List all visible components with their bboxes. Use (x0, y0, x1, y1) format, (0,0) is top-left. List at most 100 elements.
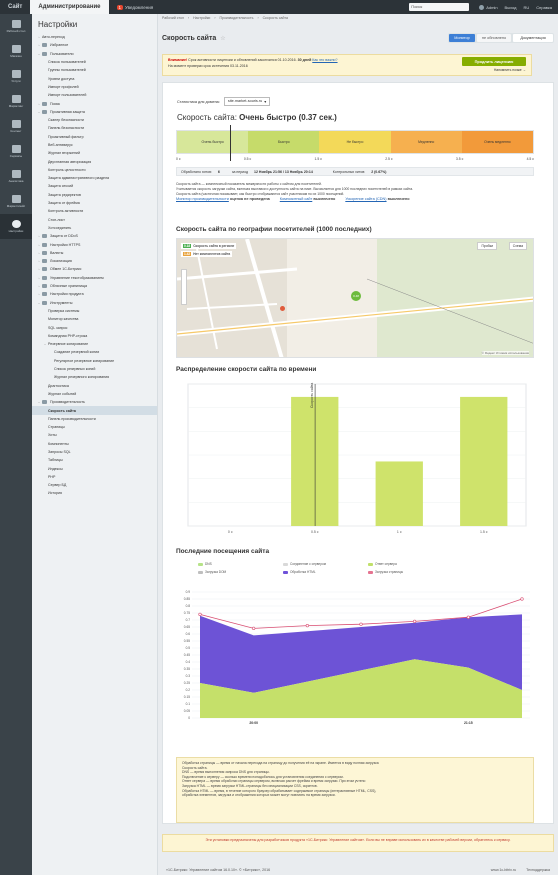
iconbar-item[interactable]: Контент (0, 114, 32, 139)
iconbar-item[interactable]: Магазин (0, 39, 32, 64)
sidebar-item[interactable]: Защита от фрейма (32, 199, 157, 207)
breadcrumb-item[interactable]: Производительность (220, 16, 254, 20)
legend-item[interactable]: Соединение с сервером (283, 562, 326, 566)
sidebar-item[interactable]: Список резервных копий (32, 365, 157, 373)
map[interactable]: 0.18 Скорость сайта в регионе 1.42 Нет к… (176, 238, 534, 358)
search-input[interactable]: Поиск (409, 3, 470, 11)
cdn-link[interactable]: Ускорение сайта (CDN) (345, 197, 386, 201)
sidebar-item[interactable]: Журнал вторжений (32, 149, 157, 157)
remind-later-link[interactable]: Напомнить позже → (494, 68, 526, 72)
sidebar-item[interactable]: Список пользователей (32, 58, 157, 66)
language-switch[interactable]: RU (524, 5, 530, 10)
iconbar-item[interactable]: Маркетинг (0, 89, 32, 114)
user-menu[interactable]: Admin (479, 4, 498, 10)
iconbar-item[interactable]: Аналитика (0, 164, 32, 189)
monitor-link[interactable]: Монитор производительности (176, 197, 229, 201)
legend-item[interactable]: Загрузка страницы (368, 570, 403, 574)
not-updated-button[interactable]: не обновлено (477, 34, 511, 42)
sidebar-item[interactable]: Хиты (32, 431, 157, 439)
breadcrumb-item[interactable]: Рабочий стол (162, 16, 184, 20)
map-type-button[interactable]: Схема (508, 242, 527, 250)
iconbar-item[interactable]: Рабочий стол (0, 14, 32, 39)
sidebar-item[interactable]: Веб-антивирус (32, 141, 157, 149)
sidebar-item[interactable]: Страницы (32, 423, 157, 431)
sidebar-item[interactable]: › Облачные хранилища (32, 282, 157, 290)
sidebar-item[interactable]: Уровни доступа (32, 74, 157, 82)
iconbar-item[interactable]: Маркетплейс (0, 189, 32, 214)
sidebar-item[interactable]: › Валюты (32, 249, 157, 257)
legend-item[interactable]: Ответ сервера (368, 562, 397, 566)
sidebar-item[interactable]: Хотсоединить (32, 224, 157, 232)
sidebar-item[interactable]: Скорость сайта (32, 406, 157, 415)
sidebar-item[interactable]: › Локализация (32, 257, 157, 265)
sidebar-item[interactable]: Диагностика (32, 381, 157, 389)
sidebar-item[interactable]: Запросы SQL (32, 448, 157, 456)
sidebar-item[interactable]: ⌄ Производительность (32, 398, 157, 406)
docs-button[interactable]: Документация (513, 34, 553, 42)
sidebar-item[interactable]: SQL запрос (32, 323, 157, 331)
prolong-license-button[interactable]: Продлить лицензию (462, 57, 526, 66)
logout-link[interactable]: Выход (505, 5, 517, 10)
iconbar-item[interactable]: Настройки (0, 214, 32, 239)
sidebar-item[interactable]: Двухэтапная авторизация (32, 157, 157, 165)
sidebar-item[interactable]: Импорт пользователей (32, 91, 157, 99)
sidebar-item[interactable]: Стоп-лист (32, 216, 157, 224)
sidebar-item[interactable]: Сервер БД (32, 481, 157, 489)
sidebar-item[interactable]: Проверка системы (32, 307, 157, 315)
sidebar-item[interactable]: PHP (32, 473, 157, 481)
site-link[interactable]: www.1c-bitrix.ru (491, 868, 516, 872)
legend-item[interactable]: Загрузка DOM (198, 570, 226, 574)
tab-admin[interactable]: Администрирование (30, 0, 109, 14)
iconbar-item[interactable]: Услуги (0, 64, 32, 89)
composite-link[interactable]: Композитный сайт (280, 197, 313, 201)
sidebar-item[interactable]: Таблицы (32, 456, 157, 464)
sidebar-item[interactable]: Журнал событий (32, 390, 157, 398)
sidebar-item[interactable]: › Настройки продукта (32, 290, 157, 298)
sidebar-item[interactable]: ⌄ Проактивная защита (32, 108, 157, 116)
sidebar-item[interactable]: ⌄ Пользователи (32, 50, 157, 58)
sidebar-item[interactable]: › Избранное (32, 41, 157, 49)
sidebar-item[interactable]: Импорт профилей (32, 83, 157, 91)
sidebar-item[interactable]: Контроль активности (32, 207, 157, 215)
sidebar-item[interactable]: Сканер безопасности (32, 116, 157, 124)
legend-item[interactable]: DNS (198, 562, 212, 566)
tab-site[interactable]: Сайт (0, 0, 30, 14)
sidebar-item[interactable]: › Управление текстобразованием (32, 274, 157, 282)
notifications[interactable]: 1 Уведомления (116, 4, 153, 10)
sidebar-item[interactable]: Панель безопасности (32, 124, 157, 132)
sidebar-item[interactable]: Командная PHP-строка (32, 332, 157, 340)
sidebar-item[interactable]: ⌄ Резервное копирование (32, 340, 157, 348)
sidebar-item[interactable]: Компоненты (32, 440, 157, 448)
sidebar-item[interactable]: Контроль целостности (32, 166, 157, 174)
sidebar-item[interactable]: История (32, 489, 157, 497)
sidebar-item[interactable]: › Авто-переход (32, 33, 157, 41)
legend-item[interactable]: Обработка HTML (283, 570, 316, 574)
sidebar-item[interactable]: Регулярное резервное копирование (32, 357, 157, 365)
support-link[interactable]: Техподдержка (526, 868, 550, 872)
sidebar-item[interactable]: Монитор качества (32, 315, 157, 323)
sidebar-item[interactable]: › Защита от DDoS (32, 232, 157, 240)
sidebar-item[interactable]: Группы пользователей (32, 66, 157, 74)
sidebar-item[interactable]: › Настройки HTTPS (32, 240, 157, 248)
help-link[interactable]: Справка (536, 5, 552, 10)
sidebar-item[interactable]: Журнал резервного копирования (32, 373, 157, 381)
map-point[interactable]: 0.48 (351, 291, 361, 301)
breadcrumb-item[interactable]: Настройки (193, 16, 210, 20)
star-icon[interactable]: ☆ (220, 35, 225, 42)
monitor-button[interactable]: Монитор (449, 34, 475, 42)
sidebar-item[interactable]: Панель производительности (32, 415, 157, 423)
sidebar-item[interactable]: › Поиск (32, 99, 157, 107)
sidebar-item[interactable]: Защита административного раздела (32, 174, 157, 182)
zoom-control[interactable] (181, 269, 187, 305)
warning-link[interactable]: Как это важно? (312, 58, 337, 62)
sidebar-item[interactable]: Индексы (32, 464, 157, 472)
sidebar-item[interactable]: Создание резервной копии (32, 348, 157, 356)
sidebar-item[interactable]: › Обмен 1С-Битрикс (32, 265, 157, 273)
domain-select[interactable]: site.market-souris.ru ▾ (223, 97, 271, 106)
traffic-button[interactable]: Пробки (477, 242, 497, 250)
sidebar-item[interactable]: ⌄ Инструменты (32, 299, 157, 307)
iconbar-item[interactable]: Сервисы (0, 139, 32, 164)
sidebar-item[interactable]: Проактивный фильтр (32, 133, 157, 141)
sidebar-item[interactable]: Защита сессий (32, 182, 157, 190)
sidebar-item[interactable]: Защита редиректов (32, 191, 157, 199)
